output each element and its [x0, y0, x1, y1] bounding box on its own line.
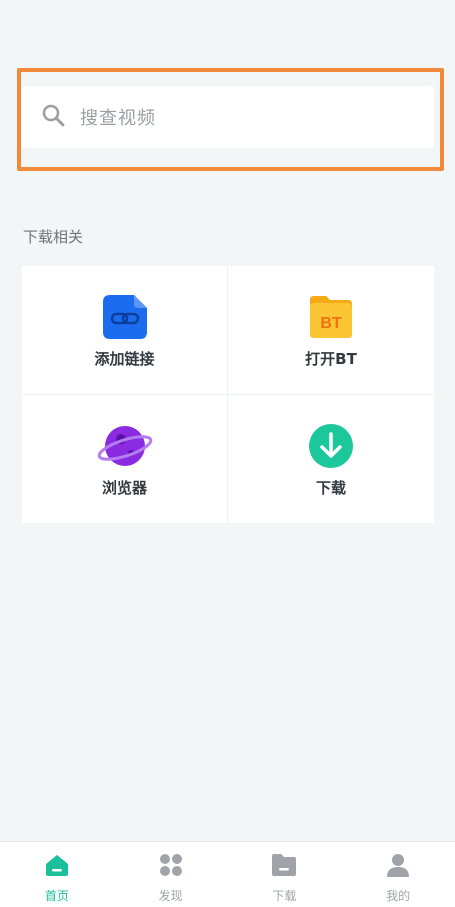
link-file-icon	[102, 294, 148, 340]
discover-icon	[158, 842, 184, 882]
tab-profile[interactable]: 我的	[341, 842, 455, 907]
tab-download[interactable]: 下载	[228, 842, 342, 907]
tab-home[interactable]: 首页	[0, 842, 114, 907]
bt-folder-icon: BT	[308, 294, 354, 340]
search-bar[interactable]: 搜查视频	[22, 86, 434, 148]
section-title: 下载相关	[23, 228, 84, 246]
search-placeholder: 搜查视频	[80, 108, 156, 129]
tab-home-label: 首页	[44, 889, 69, 903]
tab-download-label: 下载	[272, 889, 297, 903]
bottom-tab-bar: 首页 发现 下载 我的	[0, 841, 455, 907]
search-icon	[40, 102, 66, 132]
download-actions-grid: 添加链接 BT 打开BT 浏览器 下载	[22, 266, 434, 523]
open-bt-label: 打开BT	[305, 350, 357, 368]
download-label: 下载	[315, 479, 346, 497]
add-link-button[interactable]: 添加链接	[22, 266, 227, 394]
tab-discover[interactable]: 发现	[114, 842, 228, 907]
bt-icon-text: BT	[320, 315, 342, 332]
tab-discover-label: 发现	[158, 889, 183, 903]
tab-profile-label: 我的	[386, 889, 411, 903]
user-icon	[385, 842, 411, 882]
download-button[interactable]: 下载	[228, 395, 434, 523]
home-screen: 搜查视频 下载相关 添加链接 BT 打开BT 浏览器 下载 首页 发现 下载 我…	[0, 0, 455, 907]
download-icon	[308, 423, 354, 469]
browser-button[interactable]: 浏览器	[22, 395, 227, 523]
browser-label: 浏览器	[101, 479, 147, 497]
open-bt-button[interactable]: BT 打开BT	[228, 266, 434, 394]
home-icon	[44, 842, 70, 882]
planet-icon	[97, 423, 152, 469]
add-link-label: 添加链接	[94, 350, 155, 368]
folder-icon	[271, 842, 297, 882]
